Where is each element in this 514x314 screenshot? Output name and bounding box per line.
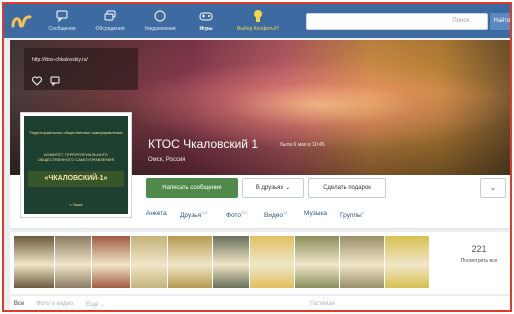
filter-guestbook[interactable]: Гостевая (310, 301, 335, 307)
tab-label: Фото (226, 212, 241, 220)
photo-thumbnail[interactable] (385, 236, 429, 288)
nav-games-label: Игры (199, 26, 213, 32)
search-button[interactable]: Найти (490, 13, 510, 30)
avatar-title: Территориальное общественное самоуправле… (29, 130, 123, 135)
tab-count: 262 (201, 210, 208, 215)
see-all-label: Посмотреть все (460, 258, 498, 264)
nav-games[interactable]: Игры (184, 7, 228, 37)
gamepad-icon (199, 12, 213, 21)
tab-video[interactable]: Видео16 (264, 210, 287, 219)
cover-card: http://ktos-chkalovskiy.ru/ (24, 48, 138, 90)
top-navigation: Сообщения Обсуждения Уведомления Игры Вы… (4, 4, 510, 38)
profile-name: КТОС Чкаловский 1 (148, 137, 259, 151)
write-message-button[interactable]: Написать сообщение (146, 178, 238, 198)
tab-photos[interactable]: Фото221 (226, 210, 248, 219)
friends-button-label: В друзьях (255, 185, 284, 191)
heart-icon[interactable] (32, 76, 42, 86)
nav-discussions[interactable]: Обсуждения (88, 7, 132, 37)
search-input[interactable]: Поиск (306, 13, 488, 30)
tab-count: 221 (240, 210, 248, 215)
chevron-down-icon: ⌄ (285, 185, 291, 191)
nav-promo[interactable]: Выбор Конфеты!!! (230, 7, 286, 37)
site-logo-icon[interactable] (10, 10, 32, 32)
filter-all[interactable]: Все (14, 301, 24, 307)
tab-label: Музыка (304, 210, 327, 217)
avatar-subtitle: КОМИТЕТ ТЕРРИТОРИАЛЬНОГО ОБЩЕСТВЕННОГО С… (37, 152, 115, 162)
wall-filter-bar: Все Фото и видео Ещё ⌄ Гостевая (10, 296, 510, 310)
tab-count: 8 (361, 210, 364, 215)
nav-messages-label: Сообщения (48, 26, 76, 32)
tab-friends[interactable]: Друзья262 (180, 210, 208, 219)
filter-more[interactable]: Ещё ⌄ (86, 301, 105, 308)
tab-music[interactable]: Музыка (304, 210, 327, 217)
photo-thumbnail[interactable] (250, 236, 294, 288)
photo-thumbnail[interactable] (131, 236, 167, 288)
filter-more-label: Ещё (86, 302, 99, 308)
see-all-photos[interactable]: 221 Посмотреть все (452, 236, 506, 288)
photo-thumbnail[interactable] (14, 236, 54, 288)
bell-icon (154, 10, 166, 22)
tab-label: Анкета (146, 210, 167, 217)
nav-notifications-label: Уведомления (144, 26, 176, 32)
tab-label: Друзья (180, 212, 202, 220)
photos-count: 221 (471, 244, 487, 254)
photo-strip: 221 Посмотреть все (10, 232, 510, 294)
cover-link[interactable]: http://ktos-chkalovskiy.ru/ (32, 57, 88, 63)
profile-city[interactable]: Омск, Россия (148, 157, 185, 163)
search-placeholder: Поиск (452, 18, 469, 24)
more-actions-button[interactable]: ⌄ (480, 178, 506, 198)
profile-avatar[interactable]: Территориальное общественное самоуправле… (20, 112, 132, 218)
photo-thumbnail[interactable] (295, 236, 339, 288)
nav-notifications[interactable]: Уведомления (138, 7, 182, 37)
last-seen: была 6 мая в 10:45 (280, 142, 325, 148)
comments-icon (104, 10, 116, 21)
tab-label: Группы (340, 212, 362, 220)
tab-info[interactable]: Анкета (146, 210, 167, 217)
tab-groups[interactable]: Группы8 (340, 210, 364, 219)
nav-promo-label: Выбор Конфеты!!! (237, 26, 279, 32)
photo-thumbnail[interactable] (340, 236, 384, 288)
photo-thumbnail[interactable] (55, 236, 91, 288)
tab-count: 16 (283, 210, 288, 215)
photo-thumbnail[interactable] (168, 236, 212, 288)
avatar-image: Территориальное общественное самоуправле… (24, 116, 128, 214)
gift-icon (254, 10, 262, 22)
comment-icon[interactable] (50, 76, 60, 86)
screenshot-frame: Сообщения Обсуждения Уведомления Игры Вы… (2, 2, 512, 312)
photo-thumbnail[interactable] (92, 236, 130, 288)
chat-icon (56, 10, 68, 23)
avatar-name: «ЧКАЛОВСКИЙ-1» (28, 171, 124, 187)
chevron-down-icon: ⌄ (99, 302, 105, 308)
nav-messages[interactable]: Сообщения (40, 7, 84, 37)
friends-button[interactable]: В друзьях ⌄ (242, 178, 304, 198)
tab-label: Видео (264, 212, 283, 220)
nav-discussions-label: Обсуждения (95, 26, 125, 32)
gift-button[interactable]: Сделать подарок (308, 178, 386, 198)
filter-media[interactable]: Фото и видео (36, 301, 73, 307)
avatar-city: г. Омск (69, 202, 83, 207)
photo-thumbnail[interactable] (213, 236, 249, 288)
